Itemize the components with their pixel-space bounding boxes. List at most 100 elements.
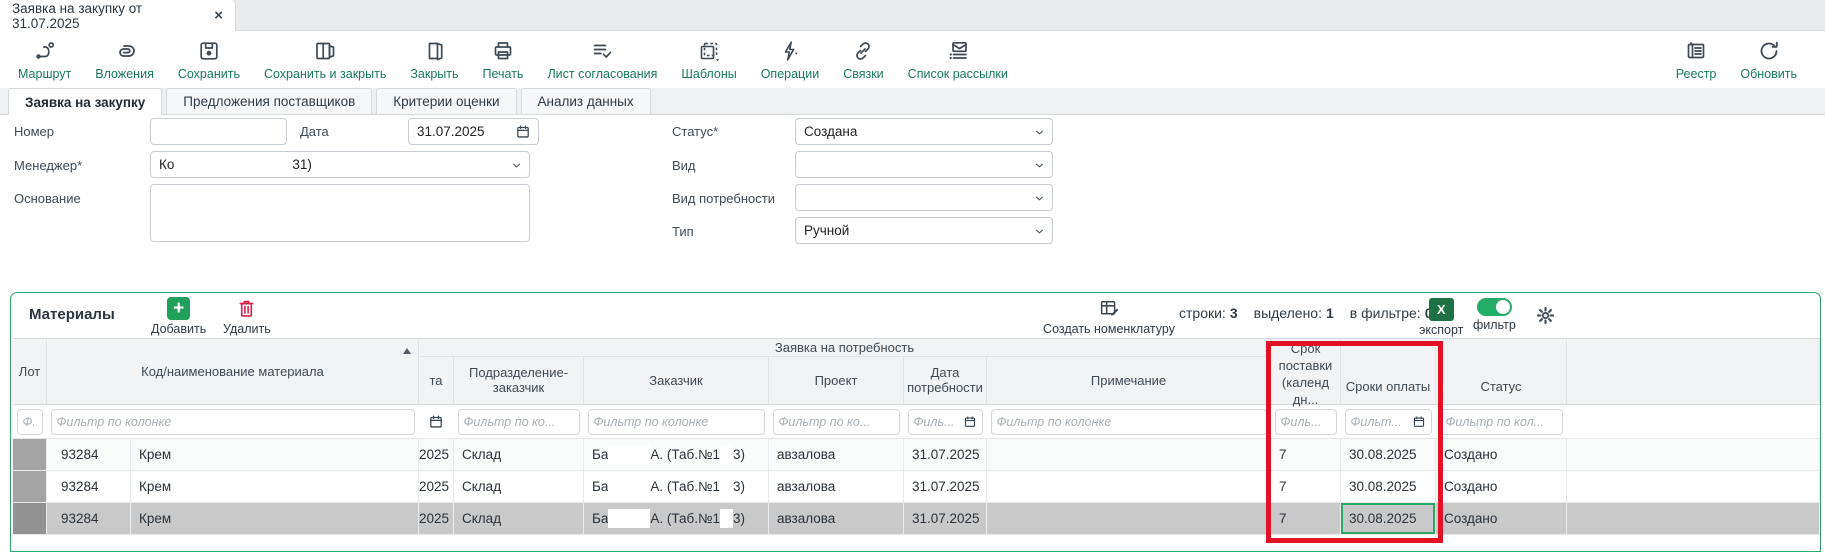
customer-cell[interactable]: БаА. (Таб.№13) (584, 471, 769, 502)
need-date-cell[interactable]: 31.07.2025 (904, 471, 987, 502)
delete-row-button[interactable]: Удалить (223, 297, 271, 336)
department-cell[interactable]: Склад (454, 471, 584, 502)
column-header-project[interactable]: Проект (769, 357, 904, 404)
department-cell[interactable]: Склад (454, 503, 584, 534)
filter-payment[interactable] (1345, 409, 1432, 435)
route-button[interactable]: Маршрут (6, 39, 83, 88)
mailing-list-button[interactable]: Список рассылки (896, 39, 1020, 88)
filter-lot[interactable] (17, 409, 43, 435)
tab-supplier-offers[interactable]: Предложения поставщиков (166, 88, 372, 114)
payment-terms-cell[interactable]: 30.08.2025 (1341, 439, 1436, 470)
lot-cell[interactable] (13, 471, 47, 502)
filter-need-date[interactable] (908, 409, 983, 435)
calendar-icon[interactable] (1412, 415, 1426, 429)
approval-sheet-button[interactable]: Лист согласования (535, 39, 669, 88)
calendar-icon[interactable] (428, 414, 444, 430)
status-cell[interactable]: Создано (1436, 439, 1567, 470)
delivery-term-cell[interactable]: 7 (1271, 439, 1341, 470)
close-button[interactable]: Закрыть (398, 39, 470, 88)
code-cell[interactable]: 93284 (47, 471, 131, 502)
delivery-term-cell[interactable]: 7 (1271, 503, 1341, 534)
table-row[interactable]: 93284 Крем 2025 Склад БаА. (Таб.№13) авз… (13, 439, 1820, 471)
tab-purchase-request[interactable]: Заявка на закупку (8, 88, 162, 115)
calendar-icon[interactable] (515, 124, 531, 140)
column-header-lot[interactable]: Лот (13, 339, 47, 404)
department-cell[interactable]: Склад (454, 439, 584, 470)
note-cell[interactable] (987, 471, 1271, 502)
filter-project[interactable] (773, 409, 900, 435)
status-select[interactable]: Создана (795, 118, 1053, 145)
filter-customer[interactable] (588, 409, 765, 435)
column-header-code-name[interactable]: Код/наименование материала (47, 339, 419, 404)
save-button[interactable]: Сохранить (166, 39, 252, 88)
create-nomenclature-button[interactable]: Создать номенклатуру (1039, 297, 1179, 336)
filter-delivery[interactable] (1275, 409, 1337, 435)
note-cell[interactable] (987, 503, 1271, 534)
date-input[interactable]: 31.07.2025 (408, 118, 539, 145)
export-excel-button[interactable]: X экспорт (1419, 298, 1463, 337)
sort-ascending-icon[interactable] (403, 348, 411, 354)
material-name-cell[interactable]: Крем (131, 471, 419, 502)
status-cell[interactable]: Создано (1436, 503, 1567, 534)
customer-cell[interactable]: БаА. (Таб.№13) (584, 503, 769, 534)
column-header-payment-terms[interactable]: Сроки оплаты (1341, 339, 1436, 404)
lot-cell[interactable] (13, 503, 47, 534)
column-header-note[interactable]: Примечание (987, 357, 1271, 404)
print-button[interactable]: Печать (471, 39, 536, 88)
tab-data-analysis[interactable]: Анализ данных (521, 88, 651, 114)
registry-icon (1684, 39, 1708, 63)
number-input[interactable] (150, 118, 287, 145)
column-header-customer[interactable]: Заказчик (584, 357, 769, 404)
add-row-button[interactable]: + Добавить (151, 297, 206, 336)
need-date-cell[interactable]: 31.07.2025 (904, 503, 987, 534)
refresh-button[interactable]: Обновить (1728, 39, 1809, 81)
close-tab-icon[interactable]: × (214, 7, 223, 24)
filter-note[interactable] (991, 409, 1267, 435)
manager-select[interactable]: Ко 31) (150, 151, 530, 178)
filter-toggle[interactable]: фильтр (1473, 295, 1516, 332)
links-button[interactable]: Связки (831, 39, 895, 88)
kind-select[interactable] (795, 151, 1053, 178)
code-cell[interactable]: 93284 (47, 439, 131, 470)
column-header-need-date[interactable]: Датапотребности (904, 357, 987, 404)
material-name-cell[interactable]: Крем (131, 503, 419, 534)
date-cell[interactable]: 2025 (419, 503, 454, 534)
column-header-department[interactable]: Подразделение-заказчик (454, 357, 584, 404)
calendar-icon[interactable] (963, 415, 977, 429)
column-header-date[interactable]: та (419, 357, 454, 404)
filter-department[interactable] (458, 409, 580, 435)
column-header-status[interactable]: Статус (1436, 339, 1567, 404)
attachments-button[interactable]: Вложения (83, 39, 166, 88)
tab-evaluation-criteria[interactable]: Критерии оценки (376, 88, 516, 114)
registry-button[interactable]: Реестр (1664, 39, 1729, 81)
need-kind-select[interactable] (795, 184, 1053, 211)
operations-button[interactable]: Операции (749, 39, 831, 88)
need-date-cell[interactable]: 31.07.2025 (904, 439, 987, 470)
project-cell[interactable]: авзалова (769, 471, 904, 502)
column-header-delivery-term[interactable]: Срокпоставки(календдн... (1271, 339, 1341, 404)
material-name-cell[interactable]: Крем (131, 439, 419, 470)
table-row[interactable]: 93284 Крем 2025 Склад БаА. (Таб.№13) авз… (13, 471, 1820, 503)
date-cell[interactable]: 2025 (419, 471, 454, 502)
type-select[interactable]: Ручной (795, 217, 1053, 244)
date-cell[interactable]: 2025 (419, 439, 454, 470)
filter-code-name[interactable] (51, 409, 415, 435)
templates-button[interactable]: Шаблоны (669, 39, 748, 88)
note-cell[interactable] (987, 439, 1271, 470)
save-and-close-button[interactable]: Сохранить и закрыть (252, 39, 398, 88)
status-cell[interactable]: Создано (1436, 471, 1567, 502)
project-cell[interactable]: авзалова (769, 439, 904, 470)
gear-icon[interactable] (1535, 305, 1556, 326)
document-tab[interactable]: Заявка на закупку от 31.07.2025 × (0, 0, 236, 31)
basis-textarea[interactable] (150, 184, 530, 242)
lot-cell[interactable] (13, 439, 47, 470)
delivery-term-cell[interactable]: 7 (1271, 471, 1341, 502)
filter-status[interactable] (1440, 409, 1563, 435)
customer-cell[interactable]: БаА. (Таб.№13) (584, 439, 769, 470)
table-row-selected[interactable]: 93284 Крем 2025 Склад БаА. (Таб.№13) авз… (13, 503, 1820, 535)
project-cell[interactable]: авзалова (769, 503, 904, 534)
payment-terms-cell[interactable]: 30.08.2025 (1341, 471, 1436, 502)
toggle-on-icon[interactable] (1477, 298, 1512, 316)
code-cell[interactable]: 93284 (47, 503, 131, 534)
payment-terms-cell-selected[interactable]: 30.08.2025 (1341, 503, 1436, 534)
